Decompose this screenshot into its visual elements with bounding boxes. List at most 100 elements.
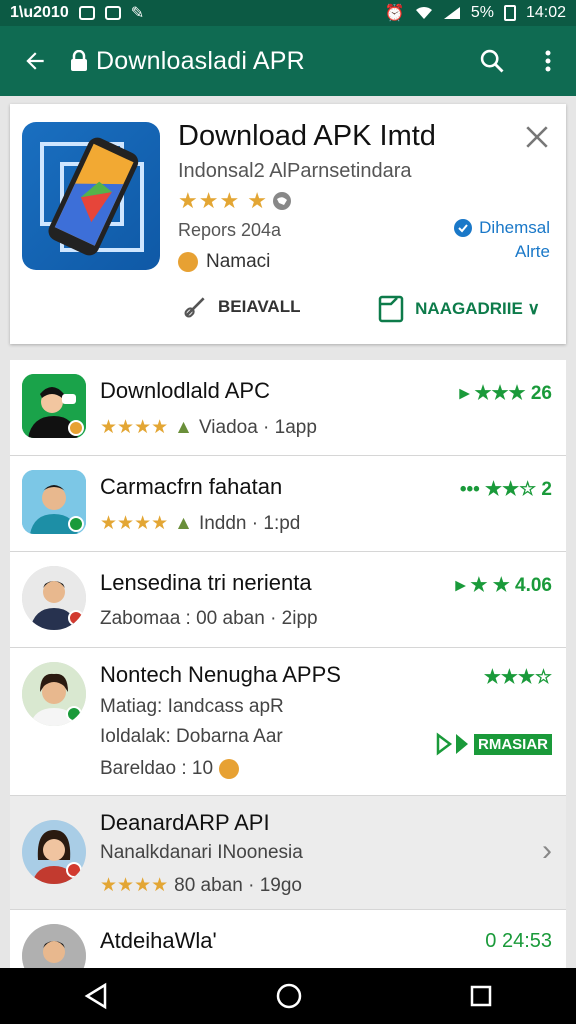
app-rating-right: ••• ★★☆ 2: [459, 479, 552, 500]
app-line-2-text: Nanalkdanari INoonesia: [100, 842, 303, 863]
search-button[interactable]: [464, 33, 520, 89]
app-title: Downlodlald APC: [100, 378, 270, 403]
overflow-menu-button[interactable]: [520, 33, 576, 89]
more-vert-icon: [545, 50, 551, 72]
status-left-icons: 1\u2010 ✎: [10, 3, 144, 23]
status-badge: [68, 610, 84, 626]
verified-badge: [68, 516, 84, 532]
featured-app-title: Download APK Imtd: [178, 120, 436, 152]
side-link-line-2: Alrte: [515, 242, 550, 261]
download-notification-icon: [104, 6, 121, 20]
status-badge: [66, 862, 82, 878]
avatar-person-icon: [22, 924, 86, 969]
list-item[interactable]: Carmacfrn fahatan ★★★★ ▲ Inddn · 1:pd ••…: [10, 456, 566, 552]
battery-percent: 5%: [470, 4, 494, 21]
arrow-back-icon: [26, 52, 44, 70]
search-icon: [480, 49, 504, 73]
app-meta: ★★★★ ▲ Inddn · 1:pd: [100, 512, 300, 535]
featured-reports: Repors 204a: [178, 220, 282, 240]
app-meta: ★★★★ 80 aban · 19go: [100, 874, 302, 897]
list-item[interactable]: AtdeihaWla' 0 24:53: [10, 910, 566, 970]
app-title: Carmacfrn fahatan: [100, 474, 283, 499]
verified-badge: [66, 706, 82, 722]
app-list: Downlodlald APC ★★★★ ▲ Viadoa · 1app ▸ ★…: [10, 360, 566, 970]
side-link-line-1: Dihemsal: [479, 218, 550, 237]
photo-notification-icon: [78, 6, 95, 20]
featured-named: Namaci: [178, 251, 270, 273]
avatar-person-icon: [22, 820, 86, 884]
app-meta-text: Zabomaa : 00 aban · 2ipp: [100, 608, 318, 629]
back-button[interactable]: [0, 48, 70, 74]
avatar-person-icon: [22, 566, 86, 630]
manage-button[interactable]: NAAGADRIIE ∨: [377, 294, 540, 324]
lock-icon: [71, 50, 87, 71]
close-button[interactable]: [524, 124, 550, 155]
info-dot-icon: [219, 759, 240, 779]
list-item[interactable]: DeanardARP API Nanalkdanari INoonesia ★★…: [10, 796, 566, 910]
tool-notification-icon: ✎: [130, 5, 145, 22]
phone-app-icon: [40, 137, 144, 256]
wifi-icon: [415, 6, 432, 19]
app-meta-text: Inddn · 1:pd: [198, 512, 301, 534]
install-label: BEIAVALL: [218, 297, 301, 316]
folder-icon: [378, 295, 404, 323]
featured-app-card[interactable]: Download APK Imtd Indonsal2 AlParnsetind…: [10, 104, 566, 344]
list-item[interactable]: Lensedina tri nerienta Zabomaa : 00 aban…: [10, 552, 566, 648]
app-bar: Downloasladi APR: [0, 26, 576, 96]
avatar-person-icon: [22, 470, 86, 534]
app-meta-text: Bareldao : 10: [100, 758, 214, 779]
app-title: AtdeihaWla': [100, 928, 217, 953]
manage-label: NAAGADRIIE ∨: [415, 299, 540, 318]
battery-icon: [503, 5, 516, 21]
app-line-2: Nanalkdanari INoonesia: [100, 842, 303, 864]
app-time-right: 0 24:53: [485, 930, 552, 952]
app-action-badge[interactable]: RMASIAR: [436, 732, 552, 756]
bag-icon: ▲: [174, 512, 193, 534]
status-badge: [68, 420, 84, 436]
page-title: Downloasladi APR: [96, 46, 305, 75]
app-meta: ★★★★ ▲ Viadoa · 1app: [100, 416, 317, 439]
action-badge-label: RMASIAR: [474, 733, 552, 755]
featured-rating: ★★★ ★: [178, 188, 292, 214]
app-meta-text: 80 aban · 19go: [174, 874, 302, 896]
app-line-2-text: Matiag: Iandcass apR: [100, 696, 284, 717]
avatar-person-icon: [22, 374, 86, 438]
app-rating-right: ▸ ★★★ 26: [459, 383, 552, 404]
recents-nav-button[interactable]: [469, 984, 493, 1008]
system-nav-bar: [0, 968, 576, 1024]
list-item[interactable]: Downlodlald APC ★★★★ ▲ Viadoa · 1app ▸ ★…: [10, 360, 566, 456]
app-title: Lensedina tri nerienta: [100, 570, 312, 595]
app-title: Nontech Nenugha APPS: [100, 662, 341, 687]
app-rating-right: ▸ ★ ★ 4.06: [455, 575, 552, 596]
notification-icon: 1\u2010: [10, 4, 69, 21]
install-button[interactable]: BEIAVALL: [182, 294, 300, 320]
rating-stars: ★★★★: [100, 417, 169, 438]
info-dot-icon: [178, 252, 198, 272]
avatar-person-icon: [22, 662, 86, 726]
app-line-2: Matiag: Iandcass apR: [100, 696, 284, 718]
clock: 14:02: [525, 4, 566, 21]
app-rating-right: ★★★☆: [483, 667, 552, 688]
verified-icon: [454, 219, 473, 237]
featured-side-link[interactable]: Dihemsal Alrte: [453, 216, 550, 264]
app-meta-text: Viadoa · 1app: [198, 416, 317, 438]
app-meta: Zabomaa : 00 aban · 2ipp: [100, 608, 318, 630]
app-title: DeanardARP API: [100, 810, 270, 835]
signal-icon: [443, 7, 460, 19]
status-right-icons: ⏰ 5% 14:02: [385, 3, 566, 23]
app-line-3: Ioldalak: Dobarna Aar: [100, 726, 283, 748]
featured-named-label: Namaci: [206, 251, 271, 272]
rating-stars: ★★★ ★: [178, 188, 269, 213]
chevron-right-icon[interactable]: ›: [542, 834, 552, 868]
app-line-3-text: Ioldalak: Dobarna Aar: [100, 726, 283, 747]
status-bar: 1\u2010 ✎ ⏰ 5% 14:02: [0, 0, 576, 26]
rating-stars: ★★★★: [100, 875, 169, 896]
alarm-icon: ⏰: [384, 5, 405, 22]
globe-icon: [273, 192, 292, 210]
close-icon: [526, 126, 548, 148]
back-nav-button[interactable]: [83, 982, 109, 1010]
link-icon: [184, 297, 205, 318]
list-item[interactable]: Nontech Nenugha APPS Matiag: Iandcass ap…: [10, 648, 566, 796]
app-meta: Bareldao : 10: [100, 758, 240, 780]
home-nav-button[interactable]: [275, 982, 303, 1010]
